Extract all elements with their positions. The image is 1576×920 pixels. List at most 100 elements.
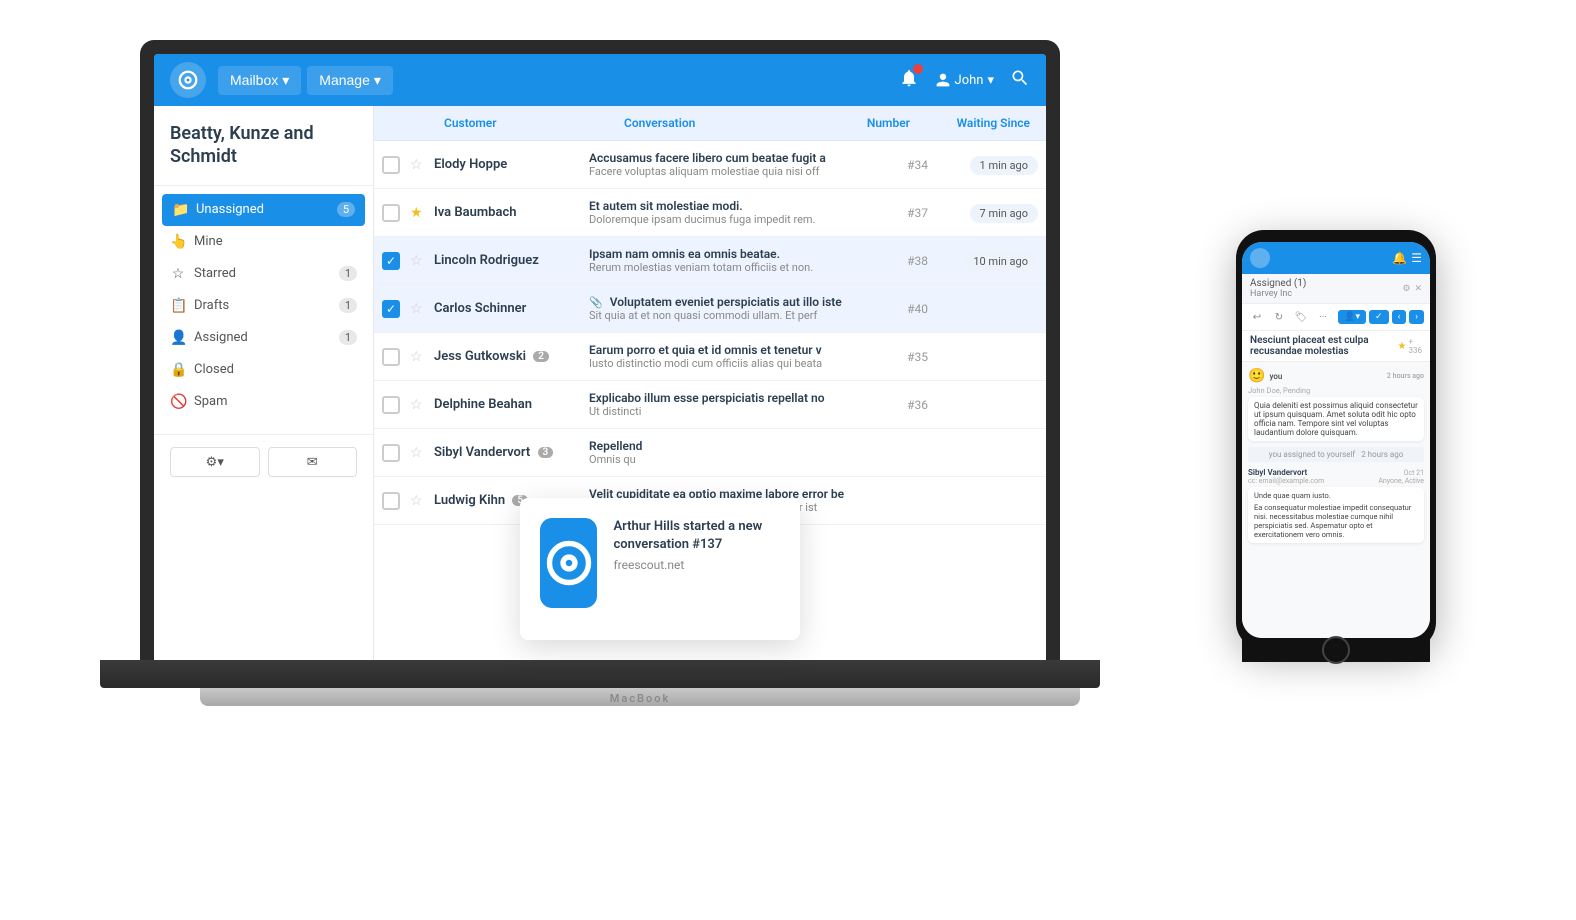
row-number-5: #35: [868, 350, 928, 364]
settings-button[interactable]: ⚙ ▾: [170, 447, 260, 477]
phone-more-icon[interactable]: ···: [1314, 308, 1332, 326]
popup-content: Arthur Hills started a new conversation …: [520, 498, 800, 640]
compose-button[interactable]: ✉: [268, 447, 358, 477]
phone-refresh-icon[interactable]: ↻: [1270, 308, 1288, 326]
row-customer-1: Elody Hoppe: [434, 157, 589, 172]
row-star-2[interactable]: ★: [410, 205, 428, 221]
phone-home-bar: [1242, 638, 1430, 662]
star-icon: ☆: [170, 266, 186, 282]
row-checkbox-5[interactable]: [382, 348, 400, 366]
row-checkbox-7[interactable]: [382, 444, 400, 462]
phone-message-1: 🙂 you 2 hours ago John Doe, Pending Quia…: [1248, 368, 1424, 441]
notification-badge: [913, 64, 923, 74]
freescout-notification-popup: Arthur Hills started a new conversation …: [520, 498, 800, 640]
table-row[interactable]: ☆ Jess Gutkowski 2 Earum porro et quia e…: [374, 333, 1046, 381]
notification-bell-button[interactable]: [899, 68, 919, 92]
phone-status-button[interactable]: ✓: [1369, 310, 1389, 324]
scene: Mailbox ▾ Manage ▾: [0, 0, 1576, 920]
row-star-1[interactable]: ☆: [410, 157, 428, 173]
row-checkbox-3[interactable]: ✓: [382, 252, 400, 270]
mailbox-button[interactable]: Mailbox ▾: [218, 66, 301, 95]
table-row[interactable]: ☆ Sibyl Vandervort 3 Repellend Omnis qu: [374, 429, 1046, 477]
row-number-3: #38: [868, 254, 928, 268]
drafts-badge: 1: [339, 298, 357, 313]
sidebar: Beatty, Kunze and Schmidt 📁 Unassigned 5…: [154, 106, 374, 670]
phone-home-button[interactable]: [1322, 636, 1350, 664]
user-label: John: [955, 73, 984, 88]
phone-nav-prev[interactable]: ‹: [1392, 310, 1407, 324]
sidebar-item-mine[interactable]: 👆 Mine: [154, 226, 373, 258]
phone-topbar: 🔔 ☰: [1242, 242, 1430, 274]
table-row[interactable]: ☆ Elody Hoppe Accusamus facere libero cu…: [374, 141, 1046, 189]
row-number-2: #37: [868, 206, 928, 220]
table-row[interactable]: ☆ Delphine Beahan Explicabo illum esse p…: [374, 381, 1046, 429]
phone-conversation-header: Nesciunt placeat est culpa recusandae mo…: [1242, 331, 1430, 362]
row-message-5: Earum porro et quia et id omnis et tenet…: [589, 343, 868, 370]
phone-assigned-bar: Assigned (1) Harvey Inc ⚙ ✕: [1242, 274, 1430, 304]
sidebar-label-closed: Closed: [194, 362, 234, 377]
popup-domain: freescout.net: [613, 558, 780, 572]
phone-activity: you assigned to yourself 2 hours ago: [1248, 447, 1424, 462]
manage-button[interactable]: Manage ▾: [307, 66, 393, 95]
phone-close-icon[interactable]: ✕: [1414, 284, 1422, 294]
conversation-list-header: Customer Conversation Number Waiting Sin…: [374, 106, 1046, 141]
sidebar-item-spam[interactable]: 🚫 Spam: [154, 386, 373, 418]
row-message-1: Accusamus facere libero cum beatae fugit…: [589, 151, 868, 178]
freescout-logo-icon: [543, 537, 595, 589]
phone-nav-next[interactable]: ›: [1409, 310, 1424, 324]
row-preview-3: Rerum molestias veniam totam officiis et…: [589, 261, 868, 274]
row-number-1: #34: [868, 158, 928, 172]
row-star-4[interactable]: ☆: [410, 301, 428, 317]
folder-icon: 📁: [172, 202, 188, 218]
table-row[interactable]: ✓ ☆ Carlos Schinner 📎 Voluptatem eveniet…: [374, 285, 1046, 333]
phone-bell-icon[interactable]: 🔔: [1392, 251, 1407, 265]
topnav: Mailbox ▾ Manage ▾: [154, 54, 1046, 106]
row-checkbox-2[interactable]: [382, 204, 400, 222]
row-waiting-1: 1 min ago: [928, 154, 1038, 175]
app-logo: [170, 62, 206, 98]
popup-icon: [540, 518, 597, 608]
sidebar-item-closed[interactable]: 🔒 Closed: [154, 354, 373, 386]
phone-reply-icon[interactable]: ↩: [1248, 308, 1266, 326]
row-star-8[interactable]: ☆: [410, 493, 428, 509]
phone-assign-button[interactable]: 👤▾: [1338, 310, 1366, 324]
table-row[interactable]: ★ Iva Baumbach Et autem sit molestiae mo…: [374, 189, 1046, 237]
header-number: Number: [830, 116, 910, 130]
row-preview-6: Ut distincti: [589, 405, 868, 418]
row-star-3[interactable]: ☆: [410, 253, 428, 269]
row-checkbox-8[interactable]: [382, 492, 400, 510]
row-preview-5: Iusto distinctio modi cum officiis alias…: [589, 357, 868, 370]
waiting-badge-3: 10 min ago: [963, 252, 1038, 271]
phone-sender-message: Sibyl Vandervort cc: email@example.com O…: [1248, 468, 1424, 543]
row-preview-2: Doloremque ipsam ducimus fuga impedit re…: [589, 213, 868, 226]
sidebar-label-mine: Mine: [194, 234, 223, 249]
search-button[interactable]: [1010, 68, 1030, 92]
row-star-7[interactable]: ☆: [410, 445, 428, 461]
phone-menu-icon[interactable]: ☰: [1411, 251, 1422, 265]
header-waiting: Waiting Since: [910, 116, 1030, 130]
sidebar-item-unassigned[interactable]: 📁 Unassigned 5: [162, 194, 365, 226]
table-row[interactable]: ✓ ☆ Lincoln Rodriguez Ipsam nam omnis ea…: [374, 237, 1046, 285]
row-subject-4: 📎 Voluptatem eveniet perspiciatis aut il…: [589, 295, 868, 309]
row-customer-6: Delphine Beahan: [434, 397, 589, 412]
row-star-5[interactable]: ☆: [410, 349, 428, 365]
user-menu-button[interactable]: John ▾: [935, 72, 994, 88]
row-checkbox-6[interactable]: [382, 396, 400, 414]
row-checkbox-1[interactable]: [382, 156, 400, 174]
row-star-6[interactable]: ☆: [410, 397, 428, 413]
row-checkbox-4[interactable]: ✓: [382, 300, 400, 318]
phone-sender-status: Anyone, Active: [1378, 477, 1424, 485]
row-subject-2: Et autem sit molestiae modi.: [589, 199, 868, 213]
row-customer-2: Iva Baumbach: [434, 205, 589, 220]
phone-tag-icon[interactable]: 🏷: [1292, 308, 1310, 326]
laptop-brand-label: MacBook: [610, 692, 670, 705]
assigned-badge: 1: [339, 330, 357, 345]
user-icon: [935, 72, 951, 88]
sidebar-item-starred[interactable]: ☆ Starred 1: [154, 258, 373, 290]
sidebar-item-drafts[interactable]: 📋 Drafts 1: [154, 290, 373, 322]
phone-settings-icon[interactable]: ⚙: [1402, 284, 1410, 294]
waiting-badge-2: 7 min ago: [970, 204, 1038, 223]
sidebar-item-assigned[interactable]: 👤 Assigned 1: [154, 322, 373, 354]
row-subject-3: Ipsam nam omnis ea omnis beatae.: [589, 247, 868, 261]
drafts-icon: 📋: [170, 298, 186, 314]
